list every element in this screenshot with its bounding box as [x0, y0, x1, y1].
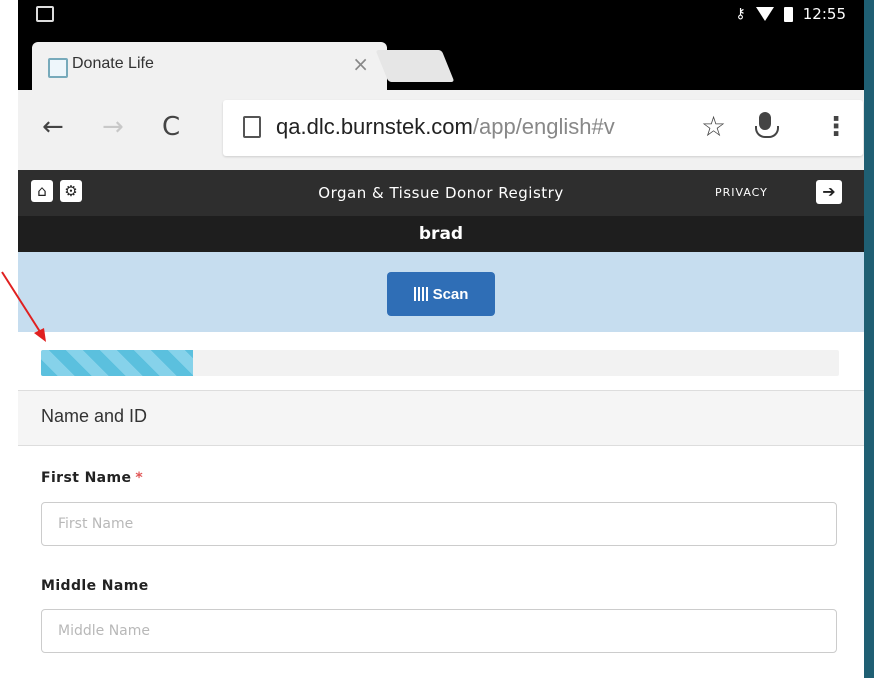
browser-menu-icon[interactable]: ⋮	[823, 112, 849, 142]
screenshot-icon	[36, 6, 54, 22]
new-tab-button[interactable]	[375, 50, 455, 82]
url-text[interactable]: qa.dlc.burnstek.com/app/english#v	[276, 114, 615, 140]
required-marker: *	[135, 470, 144, 486]
android-status-bar: ⚷ 12:55	[18, 0, 864, 30]
section-title: Name and ID	[41, 406, 148, 426]
browser-tab-strip: Donate Life ×	[18, 30, 864, 90]
user-bar: brad	[18, 216, 864, 252]
logout-button[interactable]: ➔	[816, 180, 842, 204]
address-bar[interactable]: qa.dlc.burnstek.com/app/english#v ☆ ⋮	[223, 100, 863, 156]
tab-title: Donate Life	[72, 55, 154, 72]
phone-screen: ⚷ 12:55 Donate Life × ← → C qa.dlc.burns…	[18, 0, 864, 678]
scan-band: Scan	[18, 252, 864, 332]
app-header: ⌂ ⚙ Organ & Tissue Donor Registry PRIVAC…	[18, 170, 864, 216]
privacy-link[interactable]: PRIVACY	[715, 186, 768, 199]
browser-tab-active[interactable]: Donate Life ×	[32, 42, 387, 90]
clock: 12:55	[802, 5, 846, 23]
url-path: /app/english#v	[472, 114, 615, 139]
browser-toolbar: ← → C qa.dlc.burnstek.com/app/english#v …	[18, 90, 864, 170]
barcode-icon	[413, 287, 429, 301]
first-name-label-text: First Name	[41, 470, 132, 486]
page-info-icon[interactable]	[243, 116, 261, 138]
sign-out-icon: ➔	[822, 182, 836, 201]
reload-button[interactable]: C	[162, 112, 180, 142]
battery-icon	[783, 6, 793, 22]
scan-label: Scan	[432, 285, 469, 303]
annotation-arrow	[1, 271, 46, 342]
middle-name-label-text: Middle Name	[41, 578, 149, 594]
close-tab-icon[interactable]: ×	[352, 52, 369, 76]
middle-name-label: Middle Name	[41, 578, 149, 594]
user-name: brad	[418, 224, 464, 244]
section-header: Name and ID	[18, 390, 864, 446]
vpn-key-icon: ⚷	[735, 6, 746, 22]
first-name-label: First Name *	[41, 470, 143, 486]
progress-bar	[41, 350, 839, 376]
wifi-icon	[755, 7, 774, 21]
microphone-stand	[755, 126, 779, 138]
favicon-icon	[48, 58, 68, 78]
progress-fill	[41, 350, 193, 376]
forward-button[interactable]: →	[102, 112, 124, 142]
bookmark-star-icon[interactable]: ☆	[701, 110, 726, 143]
first-name-input[interactable]	[41, 502, 837, 546]
back-button[interactable]: ←	[42, 112, 64, 142]
scan-button[interactable]: Scan	[387, 272, 495, 316]
middle-name-input[interactable]	[41, 609, 837, 653]
system-icons: ⚷ 12:55	[736, 5, 847, 23]
form-content: Name and ID First Name* Middle Name	[18, 332, 864, 678]
url-host: qa.dlc.burnstek.com	[276, 114, 473, 139]
